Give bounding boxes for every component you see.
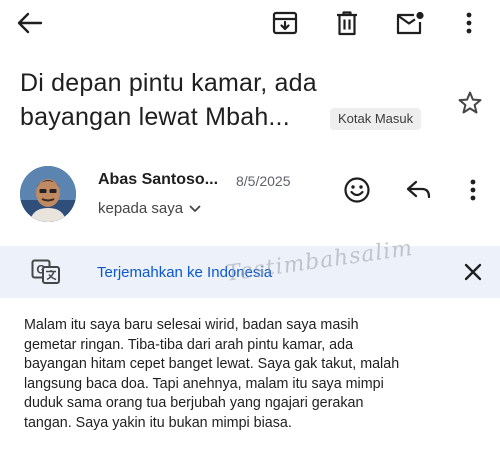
mark-unread-button[interactable] xyxy=(392,6,428,40)
close-translate-button[interactable] xyxy=(458,256,488,288)
reply-button[interactable] xyxy=(402,173,436,207)
recipient-details-toggle[interactable]: kepada saya xyxy=(98,200,201,217)
subject-line-2: bayangan lewat Mbah... xyxy=(20,103,290,131)
archive-button[interactable] xyxy=(268,6,302,40)
body-line: gemetar ringan. Tiba-tiba dari arah pint… xyxy=(24,336,354,353)
reply-icon xyxy=(406,180,431,199)
translate-icon: G xyxy=(30,258,62,286)
star-outline-icon xyxy=(458,91,482,114)
subject-line-1: Di depan pintu kamar, ada xyxy=(20,69,317,97)
trash-icon xyxy=(337,11,357,36)
archive-icon xyxy=(272,11,298,35)
inbox-label-chip[interactable]: Kotak Masuk xyxy=(330,108,422,130)
email-subject: Di depan pintu kamar, ada bayangan lewat… xyxy=(20,66,320,134)
recipient-label: kepada saya xyxy=(98,200,184,217)
body-line: Malam itu saya baru selesai wirid, badan… xyxy=(24,317,359,333)
sender-avatar[interactable] xyxy=(20,166,76,222)
more-vert-icon xyxy=(470,179,476,201)
delete-button[interactable] xyxy=(330,6,364,40)
mail-unread-icon xyxy=(396,11,424,35)
body-line: bayangan hitam cepet banget lewat. Saya … xyxy=(24,356,400,372)
body-line: tangan. Saya yakin itu bukan mimpi biasa… xyxy=(24,414,292,431)
email-body: Malam itu saya baru selesai wirid, badan… xyxy=(24,316,484,433)
translate-link[interactable]: Terjemahkan ke Indonesia xyxy=(97,264,272,281)
sender-name[interactable]: Abas Santoso... xyxy=(98,171,218,189)
back-button[interactable] xyxy=(12,8,48,38)
avatar-photo xyxy=(20,166,76,222)
more-vert-icon xyxy=(466,12,472,34)
more-options-button[interactable] xyxy=(455,6,483,40)
email-date: 8/5/2025 xyxy=(236,173,291,189)
body-line: langsung baca doa. Tapi anehnya, malam i… xyxy=(24,375,384,392)
chevron-down-icon xyxy=(189,205,201,212)
arrow-back-icon xyxy=(17,12,43,34)
emoji-smile-icon xyxy=(344,177,370,203)
body-line: duduk sama orang tua berjubah yang ngaja… xyxy=(24,395,364,411)
add-reaction-button[interactable] xyxy=(340,173,374,207)
close-icon xyxy=(464,263,482,281)
star-button[interactable] xyxy=(455,88,485,118)
message-more-button[interactable] xyxy=(460,173,486,207)
